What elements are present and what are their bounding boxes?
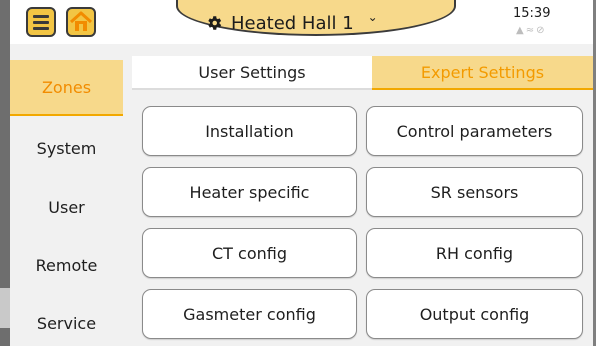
output-config-button[interactable]: Output config bbox=[366, 289, 583, 339]
heater-specific-button[interactable]: Heater specific bbox=[142, 167, 357, 217]
zone-title: Heated Hall 1 bbox=[231, 12, 354, 34]
clock: 15:39 bbox=[513, 6, 551, 21]
sidebar: Zones System User Remote Service bbox=[10, 44, 123, 346]
sidebar-item-remote[interactable]: Remote bbox=[10, 237, 123, 293]
sidebar-item-label: User bbox=[48, 197, 85, 217]
sidebar-item-service[interactable]: Service bbox=[10, 295, 123, 346]
wifi-icon: ≈ bbox=[525, 25, 537, 36]
home-icon bbox=[69, 11, 93, 31]
sidebar-item-system[interactable]: System bbox=[10, 120, 123, 176]
tab-label: User Settings bbox=[198, 62, 306, 82]
installation-button[interactable]: Installation bbox=[142, 106, 357, 156]
top-bar: Heated Hall 1 ⌄ 15:39 ▲≈⊘ bbox=[10, 0, 593, 44]
no-connection-icon: ⊘ bbox=[536, 25, 547, 36]
zone-selector-content[interactable]: Heated Hall 1 ⌄ bbox=[205, 10, 378, 36]
chevron-down-icon: ⌄ bbox=[367, 10, 378, 24]
status-icons: ▲≈⊘ bbox=[516, 25, 546, 36]
home-button[interactable] bbox=[66, 7, 96, 37]
sidebar-item-zones[interactable]: Zones bbox=[10, 60, 123, 116]
tab-user-settings[interactable]: User Settings bbox=[132, 56, 372, 90]
rh-config-button[interactable]: RH config bbox=[366, 228, 583, 278]
sidebar-item-user[interactable]: User bbox=[10, 179, 123, 235]
warning-icon: ▲ bbox=[516, 25, 526, 36]
device-screen: Heated Hall 1 ⌄ 15:39 ▲≈⊘ Zones System U… bbox=[10, 0, 593, 346]
control-parameters-button[interactable]: Control parameters bbox=[366, 106, 583, 156]
menu-button[interactable] bbox=[26, 7, 56, 37]
background-panel-highlight bbox=[0, 288, 10, 328]
gear-icon bbox=[208, 16, 222, 30]
sidebar-item-label: Remote bbox=[35, 255, 98, 275]
ct-config-button[interactable]: CT config bbox=[142, 228, 357, 278]
sidebar-item-label: System bbox=[36, 138, 97, 158]
sr-sensors-button[interactable]: SR sensors bbox=[366, 167, 583, 217]
sidebar-item-label: Zones bbox=[41, 77, 92, 97]
gasmeter-config-button[interactable]: Gasmeter config bbox=[142, 289, 357, 339]
sidebar-item-label: Service bbox=[36, 313, 97, 333]
tab-expert-settings[interactable]: Expert Settings bbox=[372, 56, 593, 90]
tab-label: Expert Settings bbox=[420, 62, 545, 82]
